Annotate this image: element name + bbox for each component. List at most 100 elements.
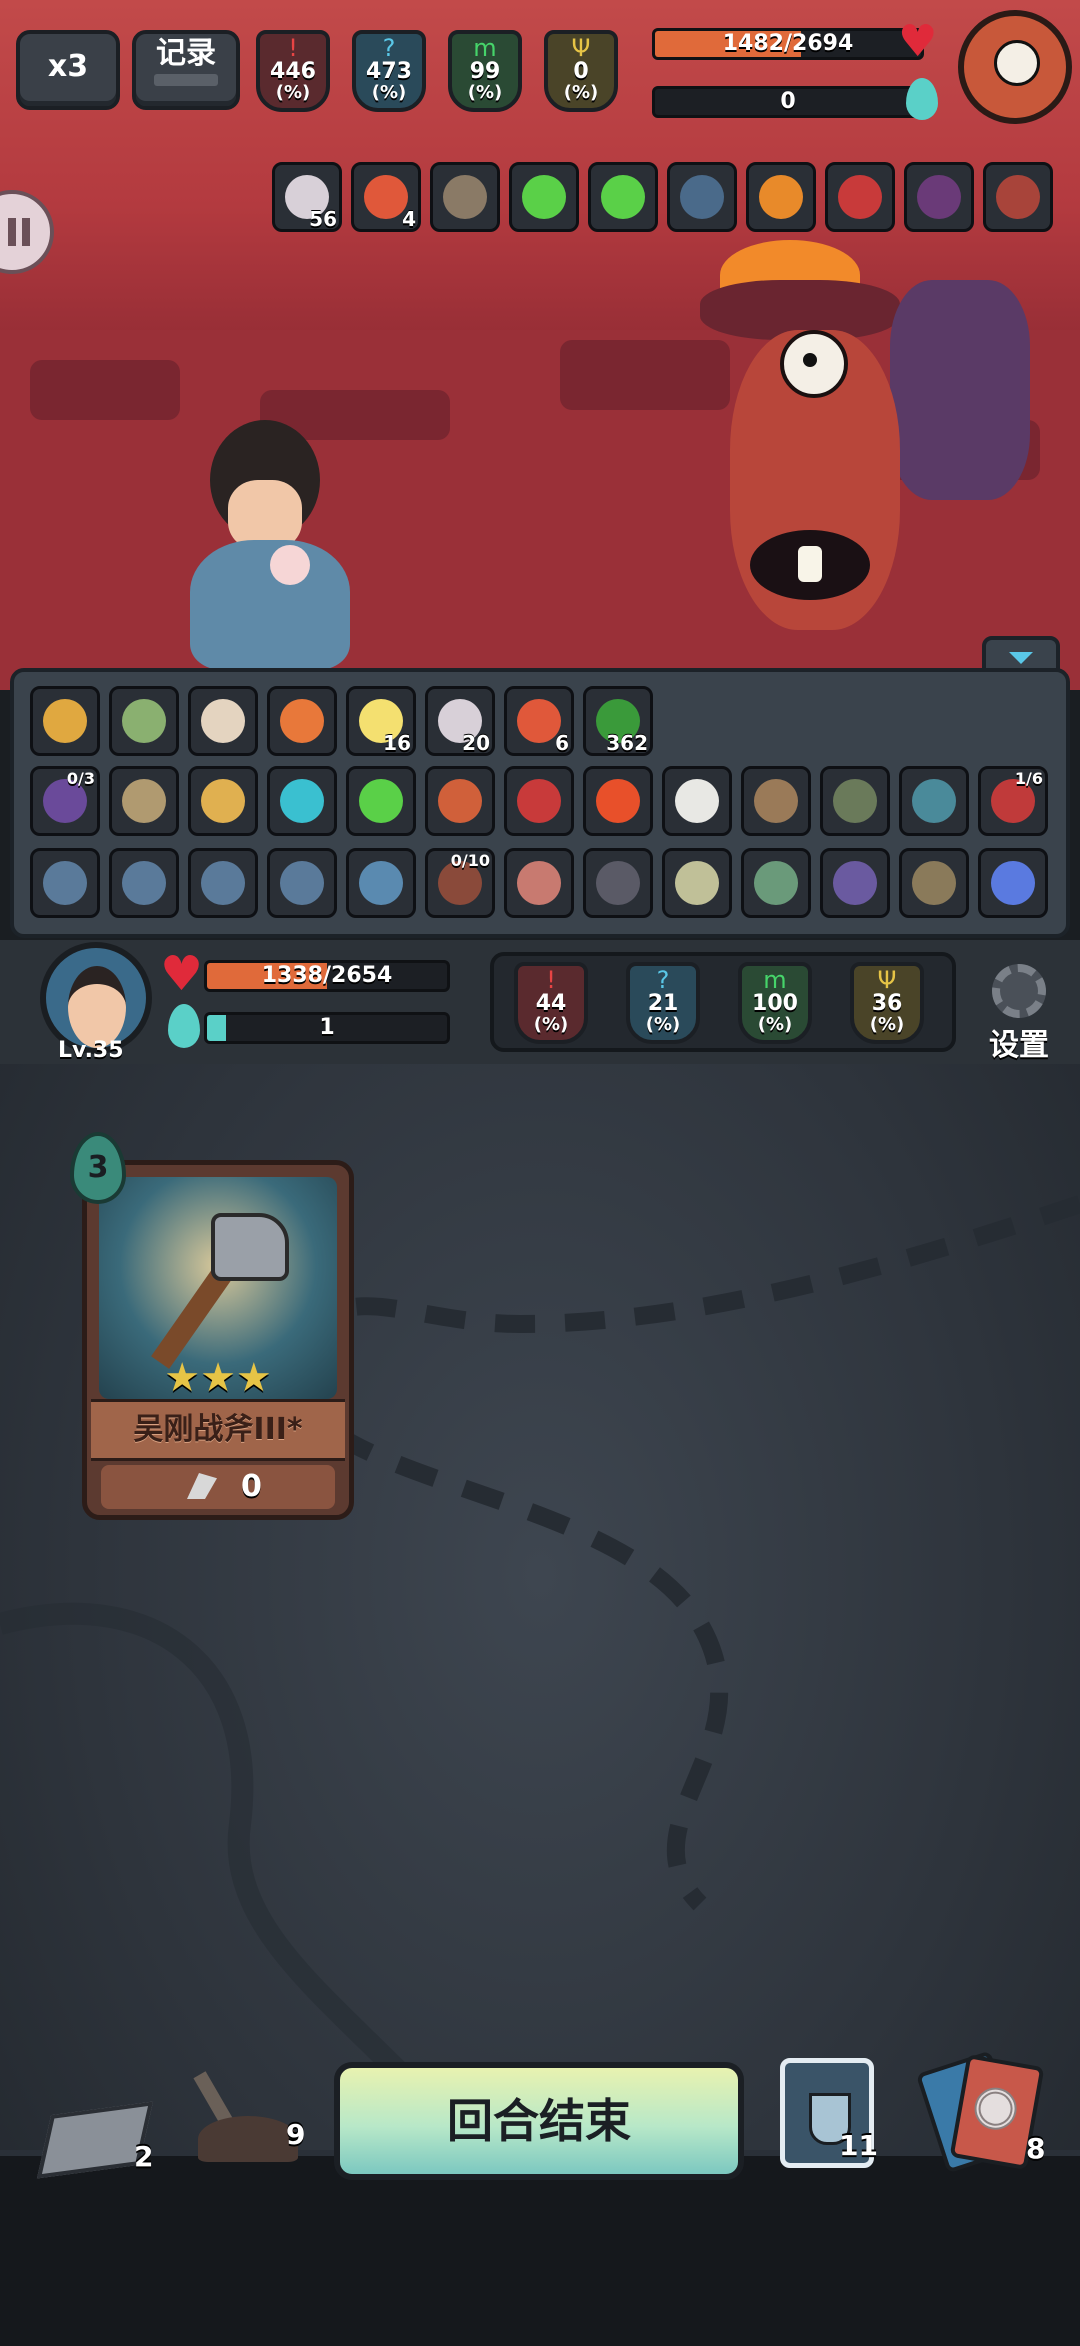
item-slot[interactable]: [741, 766, 811, 836]
dash-rune-icon: [359, 861, 403, 905]
item-slot[interactable]: [430, 162, 500, 232]
torch-icon: [280, 699, 324, 743]
item-slot[interactable]: 20: [425, 686, 495, 756]
item-slot[interactable]: 4: [351, 162, 421, 232]
stat-gold-icon: Ψ: [571, 34, 591, 62]
item-progress: 0/3: [66, 769, 95, 788]
item-slot[interactable]: [820, 766, 890, 836]
item-slot[interactable]: 6: [504, 686, 574, 756]
stat-green-icon: m: [763, 966, 787, 994]
item-slot[interactable]: [504, 766, 574, 836]
player-mana-bar: 1: [204, 1012, 450, 1044]
item-slot[interactable]: [899, 766, 969, 836]
scales-icon: [122, 779, 166, 823]
card-cost-badge: 3: [70, 1132, 126, 1204]
item-slot[interactable]: 362: [583, 686, 653, 756]
stat-green: m 99 (%): [448, 30, 522, 112]
item-slot[interactable]: [899, 848, 969, 918]
item-slot[interactable]: [662, 848, 732, 918]
stat-unit: (%): [869, 1014, 905, 1035]
item-slot[interactable]: [746, 162, 816, 232]
settings-label: 设置: [989, 1028, 1049, 1063]
player-mana-icon: [168, 1004, 200, 1048]
stat-red: ! 446 (%): [256, 30, 330, 112]
card-stars: ★★★: [164, 1355, 272, 1401]
hourglass-icon: [754, 861, 798, 905]
heart-rune-icon: [280, 861, 324, 905]
discard-pile[interactable]: 8: [915, 2050, 1064, 2180]
toad-icon: [912, 861, 956, 905]
item-slot[interactable]: [346, 766, 416, 836]
enemy-character[interactable]: [690, 240, 1030, 670]
item-slot[interactable]: [904, 162, 974, 232]
item-slot[interactable]: [588, 162, 658, 232]
axe-head: [211, 1213, 289, 1281]
item-slot[interactable]: 56: [272, 162, 342, 232]
item-slot[interactable]: [346, 848, 416, 918]
draw-pile[interactable]: 2: [36, 2094, 160, 2179]
stat-blue-icon: ?: [382, 34, 396, 62]
item-slot[interactable]: [978, 848, 1048, 918]
stat-value: 473: [366, 59, 412, 84]
item-slot[interactable]: [30, 686, 100, 756]
speed-button[interactable]: x3: [16, 30, 120, 110]
item-slot[interactable]: [820, 848, 890, 918]
discard-pile-count: 8: [1026, 2132, 1046, 2165]
item-slot[interactable]: [667, 162, 737, 232]
item-slot[interactable]: [504, 848, 574, 918]
fish-icon: [912, 779, 956, 823]
item-slot[interactable]: [825, 162, 895, 232]
enemy-hp-bar: 1482/2694: [652, 28, 924, 60]
item-slot[interactable]: [583, 766, 653, 836]
item-slot[interactable]: 16: [346, 686, 416, 756]
item-slot[interactable]: [188, 686, 258, 756]
settings-button[interactable]: 设置: [974, 962, 1064, 1063]
stat-blue: ? 21 (%): [626, 962, 700, 1044]
item-slot[interactable]: [983, 162, 1053, 232]
stat-gold: Ψ 36 (%): [850, 962, 924, 1044]
grave-pile-count: 9: [286, 2118, 306, 2151]
hand-card[interactable]: ★★★ 吴刚战斧III* 0: [82, 1160, 354, 1520]
stat-red-icon: !: [546, 966, 556, 994]
item-slot[interactable]: [109, 686, 179, 756]
red-horn-icon: [517, 779, 561, 823]
record-label: 记录: [156, 36, 216, 71]
item-slot[interactable]: 0/3: [30, 766, 100, 836]
end-turn-button[interactable]: 回合结束: [334, 2062, 744, 2180]
item-slot[interactable]: 1/6: [978, 766, 1048, 836]
stat-value: 100: [752, 991, 798, 1016]
item-slot[interactable]: [662, 766, 732, 836]
item-slot[interactable]: [583, 848, 653, 918]
item-slot[interactable]: [267, 766, 337, 836]
record-button[interactable]: 记录: [132, 30, 240, 110]
ogre-icon: [833, 779, 877, 823]
player-character[interactable]: [170, 410, 370, 670]
item-slot[interactable]: [425, 766, 495, 836]
item-slot[interactable]: [188, 766, 258, 836]
rope-icon: [675, 861, 719, 905]
stat-value: 36: [871, 991, 903, 1016]
item-count: 4: [402, 207, 416, 231]
item-slot[interactable]: [188, 848, 258, 918]
red-horn-icon: [838, 175, 882, 219]
item-slot[interactable]: [267, 848, 337, 918]
stat-unit: (%): [563, 82, 599, 103]
stat-green-icon: m: [473, 34, 497, 62]
arrow-rune-icon: [122, 861, 166, 905]
item-slot[interactable]: [267, 686, 337, 756]
item-count: 362: [606, 731, 648, 755]
item-slot[interactable]: [109, 766, 179, 836]
enemy-portrait-eye: [994, 40, 1040, 86]
potion-slot[interactable]: 11: [780, 2058, 878, 2168]
item-slot[interactable]: [741, 848, 811, 918]
enemy-portrait[interactable]: [958, 10, 1072, 124]
stat-value: 446: [270, 59, 316, 84]
card-value-box: 0: [101, 1465, 335, 1509]
item-slot[interactable]: [109, 848, 179, 918]
item-slot[interactable]: 0/10: [425, 848, 495, 918]
pause-button[interactable]: [0, 190, 54, 274]
grave-pile[interactable]: 9: [190, 2060, 320, 2170]
item-slot[interactable]: [30, 848, 100, 918]
stat-value: 21: [647, 991, 679, 1016]
item-slot[interactable]: [509, 162, 579, 232]
